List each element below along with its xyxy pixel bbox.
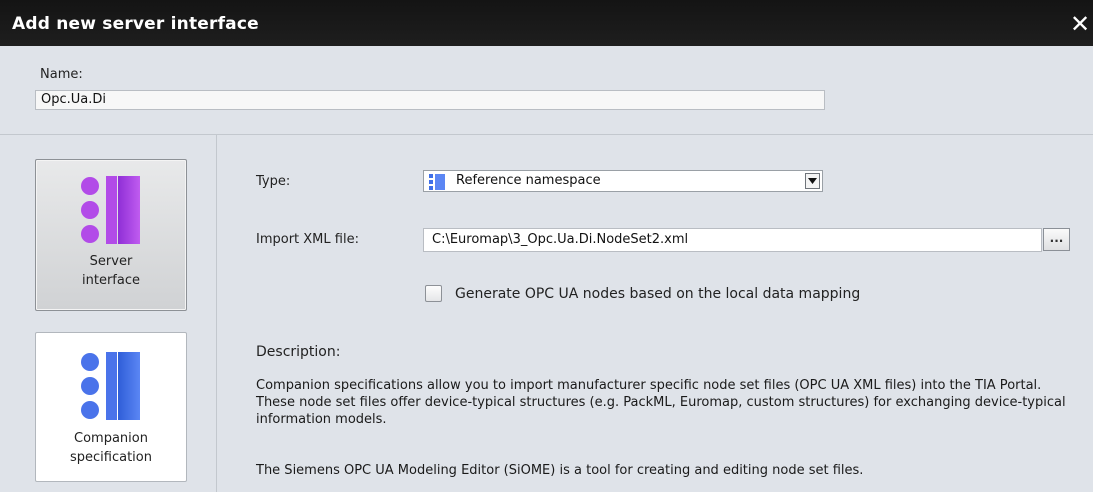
interface-type-panel: Server interface Companion specification xyxy=(0,135,217,492)
description-paragraph-siome: The Siemens OPC UA Modeling Editor (SiOM… xyxy=(256,463,864,478)
dialog-titlebar: Add new server interface ✕ xyxy=(0,0,1093,46)
name-label: Name: xyxy=(40,67,83,82)
description-heading: Description: xyxy=(256,344,341,360)
tile-label-text: Server interface xyxy=(82,254,140,288)
name-section: Name: Opc.Ua.Di xyxy=(0,46,1093,135)
type-select[interactable]: Reference namespace xyxy=(423,170,823,192)
generate-nodes-checkbox[interactable] xyxy=(425,285,442,302)
generate-nodes-label: Generate OPC UA nodes based on the local… xyxy=(455,286,861,302)
type-label: Type: xyxy=(256,174,291,189)
server-interface-tile[interactable]: Server interface xyxy=(35,159,187,311)
dialog-title: Add new server interface xyxy=(12,14,259,34)
type-dropdown-button[interactable] xyxy=(805,173,820,189)
browse-button[interactable]: ... xyxy=(1043,228,1070,251)
type-value: Reference namespace xyxy=(456,173,601,188)
tile-label-text: Companion specification xyxy=(70,431,152,465)
server-interface-icon xyxy=(81,176,140,244)
import-xml-label: Import XML file: xyxy=(256,232,359,247)
chevron-down-icon xyxy=(808,178,817,184)
server-interface-label: Server interface xyxy=(36,252,186,290)
close-button[interactable]: ✕ xyxy=(1067,8,1093,40)
description-paragraph: Companion specifications allow you to im… xyxy=(256,378,1066,427)
close-icon: ✕ xyxy=(1069,10,1091,38)
import-xml-input[interactable]: C:\Euromap\3_Opc.Ua.Di.NodeSet2.xml xyxy=(423,228,1042,252)
companion-specification-tile[interactable]: Companion specification xyxy=(35,332,187,482)
content-area: Server interface Companion specification xyxy=(0,135,1093,492)
companion-specification-label: Companion specification xyxy=(36,429,186,467)
companion-specification-icon xyxy=(81,352,140,420)
name-input[interactable]: Opc.Ua.Di xyxy=(35,90,825,110)
namespace-icon xyxy=(429,174,445,190)
